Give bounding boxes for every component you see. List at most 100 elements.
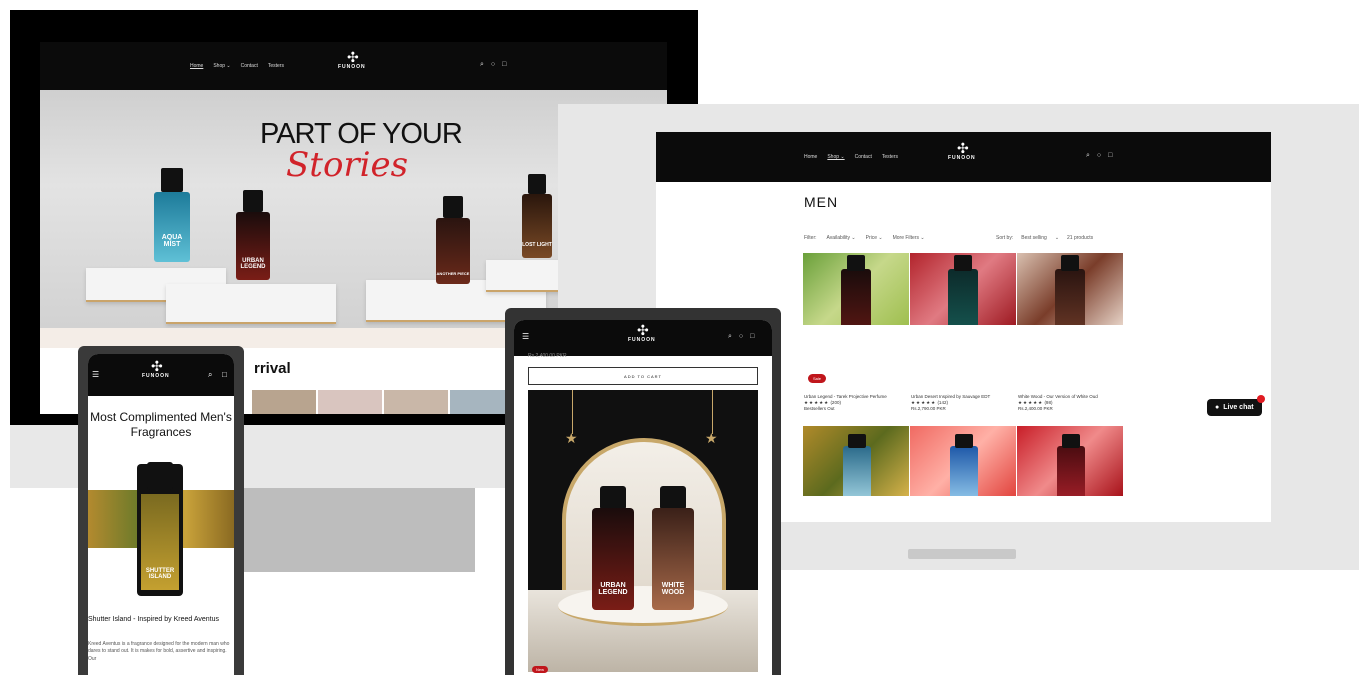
bottle-cap	[660, 486, 686, 510]
sort-bar: Sort by: Best selling ⌄ 21 products	[996, 235, 1093, 241]
arrival-thumbnail[interactable]	[252, 390, 316, 414]
hero-bottle: LOST LIGHT	[522, 174, 552, 258]
hero-bottle: ANOTHER PIECE	[436, 196, 470, 284]
star-icon: ★	[705, 430, 718, 446]
cart-icon[interactable]: □	[222, 370, 227, 379]
chevron-down-icon[interactable]: ⌄	[1055, 235, 1059, 241]
add-to-cart-button[interactable]: ADD TO CART	[528, 367, 758, 385]
bottle-urban-legend: URBAN LEGEND	[592, 508, 634, 610]
brand-logo[interactable]: ✣ FUNOON	[948, 141, 976, 161]
header-icons: ⌕ ○ □	[728, 333, 754, 341]
logo-mark-icon: ✣	[956, 140, 969, 156]
nav-contact[interactable]: Contact	[855, 154, 872, 160]
hero-bottle: AQUA MIST	[154, 168, 190, 262]
logo-mark-icon: ✣	[346, 49, 359, 65]
nav-shop[interactable]: Shop ⌄	[213, 63, 230, 69]
sale-badge: Sale	[808, 374, 827, 383]
brand-name: FUNOON	[338, 64, 366, 70]
account-icon[interactable]: ○	[491, 61, 495, 69]
rating-stars: ★★★★★	[1018, 399, 1044, 405]
rating-stars: ★★★★★	[911, 399, 937, 405]
product-grid	[803, 253, 1123, 325]
brand-logo[interactable]: ✣ FUNOON	[628, 323, 656, 343]
nav-testers[interactable]: Testers	[268, 63, 284, 69]
sort-select[interactable]: Best selling	[1021, 235, 1047, 241]
live-chat-button[interactable]: ● Live chat	[1207, 395, 1265, 416]
filter-price[interactable]: Price ⌄	[866, 235, 883, 241]
desktop-site-header: Home Shop ⌄ Contact Testers ✣ FUNOON ⌕ ○…	[40, 42, 667, 90]
hanging-string	[572, 390, 573, 434]
nav-testers[interactable]: Testers	[882, 154, 898, 160]
tablet-site-header: ☰ ✣ FUNOON ⌕ ○ □	[514, 320, 772, 356]
search-icon[interactable]: ⌕	[1086, 152, 1090, 160]
bottle-white-wood: WHITE WOOD	[652, 508, 694, 610]
nav-contact[interactable]: Contact	[241, 63, 258, 69]
tablet-device: ☰ ✣ FUNOON ⌕ ○ □ Rs.2,400.00 PKR ADD TO …	[505, 308, 781, 675]
brand-logo[interactable]: ✣ FUNOON	[338, 50, 366, 70]
brand-logo[interactable]: ✣ FUNOON	[142, 359, 170, 379]
product-card-image[interactable]	[1017, 253, 1123, 325]
menu-icon[interactable]: ☰	[92, 370, 99, 379]
header-icons: ⌕ ○ □	[480, 61, 506, 69]
product-grid-row-2	[803, 426, 1123, 496]
product-price: Rs.2,400.00 PKR	[1018, 405, 1053, 411]
nav-shop[interactable]: Shop ⌄	[827, 154, 844, 160]
product-info[interactable]: White Wood - Our Version of White Oud ★★…	[1018, 394, 1118, 412]
logo-mark-icon: ✣	[636, 322, 649, 338]
phone-site-header: ☰ ✣ FUNOON ⌕ □	[88, 354, 234, 396]
filter-availability[interactable]: Availability ⌄	[827, 235, 856, 241]
account-icon[interactable]: ○	[1097, 152, 1101, 160]
cart-icon[interactable]: □	[502, 61, 506, 69]
product-card-image[interactable]	[803, 426, 909, 496]
product-description: Kreed Aventus is a fragrance designed fo…	[88, 641, 230, 662]
rating-stars: ★★★★★	[804, 399, 830, 405]
review-count: (142)	[937, 399, 948, 405]
product-price: Rs.2,790.00 PKR	[911, 405, 946, 411]
desktop-nav: Home Shop ⌄ Contact Testers	[190, 63, 284, 69]
review-count: (200)	[830, 399, 841, 405]
search-icon[interactable]: ⌕	[480, 61, 484, 69]
product-info[interactable]: Urban Desert Inspired by Sauvage EDT ★★★…	[911, 394, 1011, 412]
filter-label: Filter:	[804, 235, 817, 241]
product-card-image[interactable]	[910, 253, 1016, 325]
product-image[interactable]: SHUTTER ISLAND	[137, 462, 183, 596]
arrival-thumbnail[interactable]	[318, 390, 382, 414]
laptop-site-header: Home Shop ⌄ Contact Testers ✣ FUNOON ⌕ ○…	[656, 132, 1271, 182]
bottle-cap	[600, 486, 626, 510]
bottle-label: SHUTTER ISLAND	[141, 494, 179, 590]
product-card-image[interactable]	[803, 253, 909, 325]
product-card-image[interactable]	[1017, 426, 1123, 496]
hanging-string	[712, 390, 713, 434]
nav-home[interactable]: Home	[190, 63, 203, 69]
product-price: Rs.2,400.00 PKR	[528, 353, 567, 359]
review-count: (98)	[1044, 399, 1053, 405]
laptop-foot	[908, 549, 1016, 559]
star-icon: ★	[565, 430, 578, 446]
hero-script-title: Stories	[286, 145, 409, 185]
product-card-image[interactable]	[910, 426, 1016, 496]
brand-name: FUNOON	[628, 337, 656, 343]
nav-home[interactable]: Home	[804, 154, 817, 160]
product-info[interactable]: Urban Legend - Tarek Projective Perfume …	[804, 394, 904, 412]
live-chat-label: Live chat	[1223, 404, 1254, 411]
account-icon[interactable]: ○	[739, 333, 743, 341]
product-hero-image[interactable]: ★ ★ URBAN LEGEND WHITE WOOD	[528, 390, 758, 672]
mockup-stage: Home Shop ⌄ Contact Testers ✣ FUNOON ⌕ ○…	[0, 0, 1359, 675]
brand-name: FUNOON	[948, 155, 976, 161]
notification-dot	[1256, 395, 1265, 403]
cart-icon[interactable]: □	[750, 333, 754, 341]
arrival-thumbnail[interactable]	[384, 390, 448, 414]
logo-mark-icon: ✣	[150, 358, 163, 374]
laptop-nav: Home Shop ⌄ Contact Testers	[804, 154, 898, 160]
search-icon[interactable]: ⌕	[728, 333, 732, 341]
filter-more[interactable]: More Filters ⌄	[893, 235, 925, 241]
search-icon[interactable]: ⌕	[208, 370, 212, 380]
section-title-new-arrival: rrival	[254, 360, 291, 377]
menu-icon[interactable]: ☰	[522, 332, 529, 341]
cart-icon[interactable]: □	[1108, 152, 1112, 160]
display-disc	[558, 586, 728, 626]
section-title: Most Complimented Men's Fragrances	[90, 410, 232, 439]
phone-device: ☰ ✣ FUNOON ⌕ □ Most Complimented Men's F…	[78, 346, 244, 675]
product-name[interactable]: Shutter Island - Inspired by Kreed Avent…	[88, 616, 234, 623]
hero-bottle: URBAN LEGEND	[236, 190, 270, 280]
